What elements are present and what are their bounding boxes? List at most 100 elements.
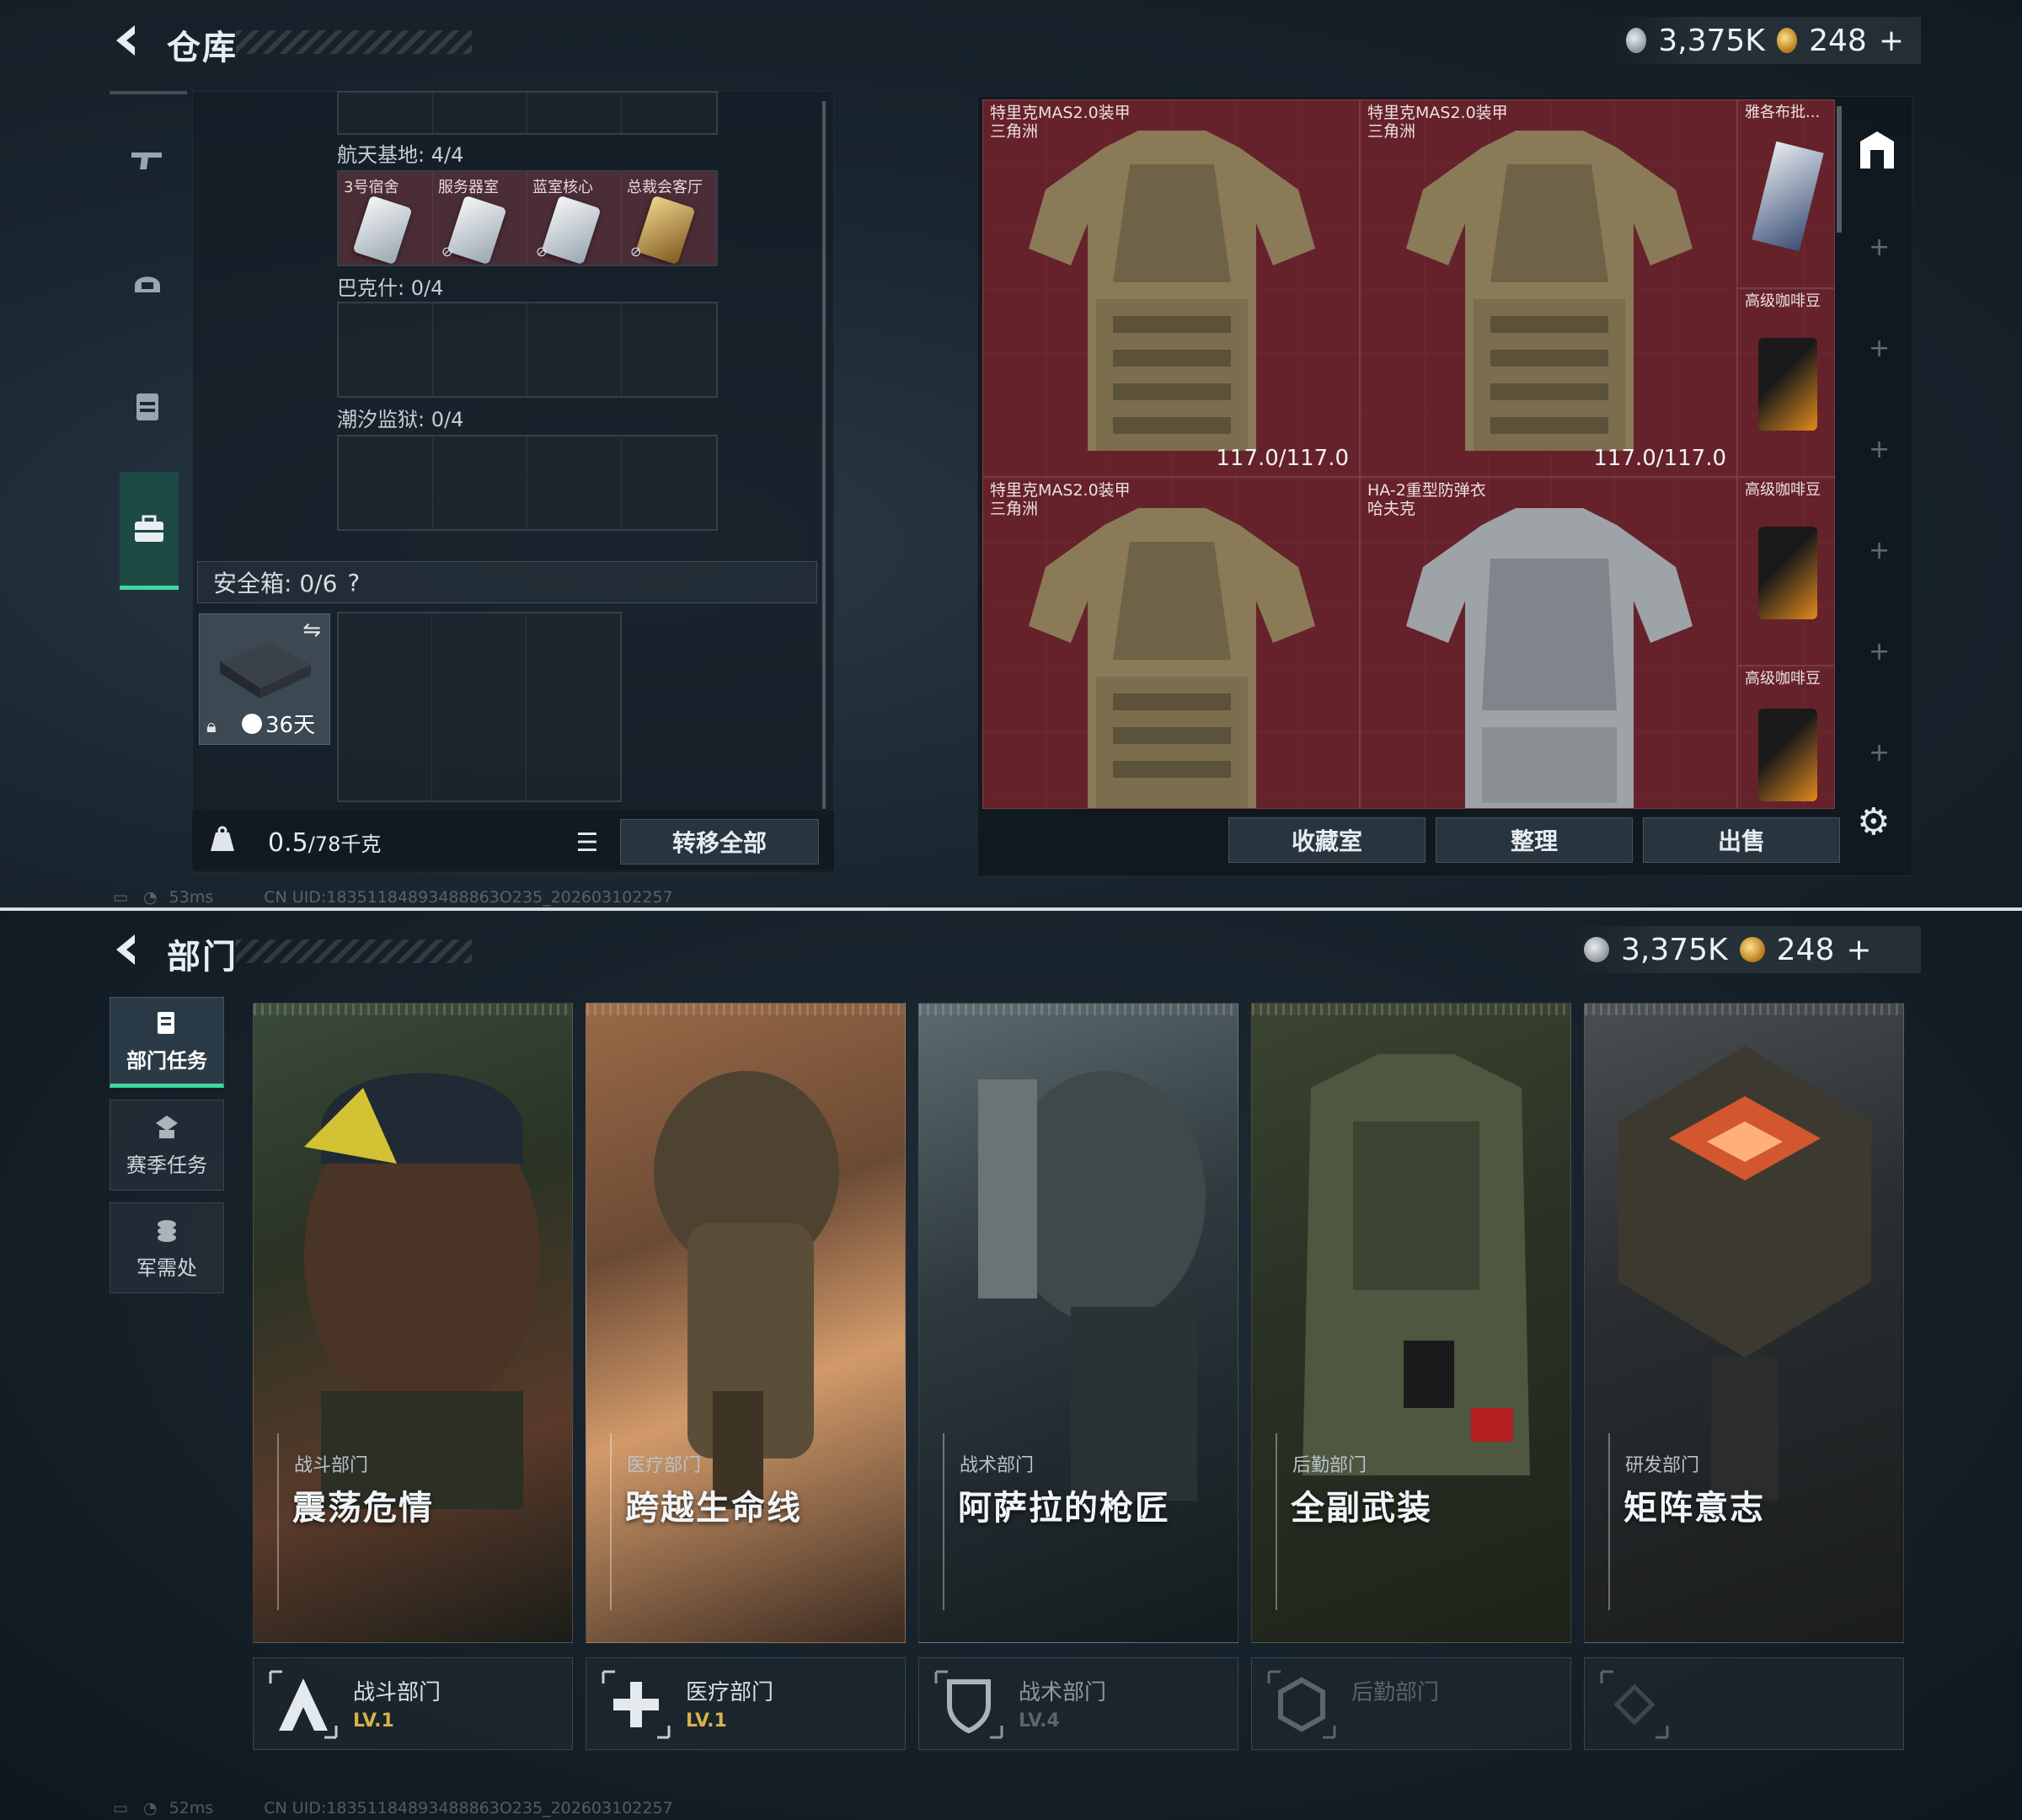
- help-icon[interactable]: ?: [347, 569, 360, 597]
- status-bar: ▭ ◔ 53ms CN UID:18351184893488863O235_20…: [113, 888, 673, 907]
- tab-gear[interactable]: [110, 347, 185, 465]
- document-icon: [1752, 141, 1824, 252]
- tab-department-tasks[interactable]: 部门任务: [110, 997, 224, 1088]
- keycard-slot[interactable]: 总裁会客厅 ⊘: [622, 172, 716, 265]
- list-view-icon[interactable]: ☰: [564, 826, 610, 859]
- add-currency-button[interactable]: +: [1879, 24, 1904, 58]
- stash-item-coffee[interactable]: 高级咖啡豆: [1737, 477, 1835, 666]
- dept-card-combat[interactable]: 战斗部门 震荡危情: [253, 1003, 573, 1643]
- dept-category: 研发部门: [1625, 1455, 1700, 1476]
- combat-dept-icon: [269, 1670, 338, 1739]
- add-currency-button[interactable]: +: [1846, 933, 1871, 967]
- empty-slot[interactable]: [339, 436, 433, 529]
- silver-coin-icon: [1626, 28, 1647, 53]
- tab-label: 部门任务: [126, 1048, 207, 1073]
- season-icon: [156, 1115, 178, 1138]
- safe-box-slot[interactable]: ⇋ 🔒︎ 36天: [199, 613, 330, 745]
- stash-item-coffee[interactable]: 高级咖啡豆: [1737, 288, 1835, 477]
- keycard-icon: [541, 195, 602, 265]
- dept-mission-name: 全副武装: [1291, 1489, 1432, 1528]
- weight-max: /78千克: [308, 832, 382, 856]
- card-accent-line: [1608, 1433, 1610, 1610]
- dept-footer-research[interactable]: [1584, 1657, 1904, 1750]
- dept-mission-name: 矩阵意志: [1623, 1489, 1765, 1528]
- add-stash-page-icon[interactable]: +: [1869, 637, 1890, 666]
- swap-icon[interactable]: ⇋: [302, 618, 321, 643]
- empty-slot[interactable]: [339, 613, 433, 800]
- keycard-name: 服务器室: [438, 179, 499, 196]
- dept-card-medical[interactable]: 医疗部门 跨越生命线: [586, 1003, 906, 1643]
- battery-icon: ▭: [113, 1799, 128, 1817]
- add-stash-page-icon[interactable]: +: [1869, 536, 1890, 565]
- sell-button[interactable]: 出售: [1643, 817, 1840, 863]
- tab-label: 军需处: [136, 1255, 197, 1280]
- stash-scrollbar[interactable]: [1837, 106, 1842, 233]
- stash-item-heavy-armor[interactable]: HA-2重型防弹衣 哈夫克: [1360, 477, 1737, 809]
- dept-card-tactical[interactable]: 战术部门 阿萨拉的枪匠: [918, 1003, 1238, 1643]
- currency-bar: 3,375K 248 +: [1609, 17, 1921, 64]
- empty-slot[interactable]: [622, 436, 716, 529]
- dept-name: 战斗部门: [353, 1680, 441, 1705]
- keycard-slot[interactable]: 3号宿舍: [339, 172, 433, 265]
- empty-slot[interactable]: [339, 303, 433, 396]
- gun-icon: [131, 153, 162, 169]
- item-durability: 117.0/117.0: [1593, 446, 1726, 471]
- back-arrow-icon[interactable]: [110, 931, 147, 968]
- stash-item-armor[interactable]: 特里克MAS2.0装甲 三角洲: [982, 477, 1360, 809]
- add-stash-page-icon[interactable]: +: [1869, 738, 1890, 768]
- settings-gear-icon[interactable]: ⚙: [1857, 800, 1890, 843]
- safe-box-label: 安全箱: 0/6: [213, 570, 338, 597]
- back-arrow-icon[interactable]: [110, 22, 147, 59]
- dept-footer-combat[interactable]: 战斗部门 LV.1: [253, 1657, 573, 1750]
- armor-vest-icon: [1406, 131, 1693, 451]
- tab-quartermaster[interactable]: 军需处: [110, 1202, 224, 1293]
- dept-footer-tactical[interactable]: 战术部门 LV.4: [918, 1657, 1238, 1750]
- add-stash-page-icon[interactable]: +: [1869, 334, 1890, 363]
- stash-grid: 特里克MAS2.0装甲 三角洲 117.0/117.0 特里克MAS2.0装甲 三角…: [982, 99, 1835, 809]
- keycard-icon: [635, 195, 696, 265]
- sort-button[interactable]: 整理: [1436, 817, 1633, 863]
- stash-item-armor[interactable]: 特里克MAS2.0装甲 三角洲 117.0/117.0: [1360, 99, 1737, 477]
- research-icon: [1600, 1670, 1669, 1739]
- keycard-grid-bakhsh: [337, 302, 718, 398]
- empty-slot[interactable]: [527, 303, 622, 396]
- add-stash-page-icon[interactable]: +: [1869, 435, 1890, 464]
- transfer-all-button[interactable]: 转移全部: [620, 819, 819, 864]
- stash-item-armor[interactable]: 特里克MAS2.0装甲 三角洲 117.0/117.0: [982, 99, 1360, 477]
- tactical-shield-icon: [934, 1670, 1003, 1739]
- section-label-tidal-prison: 潮汐监狱: 0/4: [337, 408, 464, 431]
- tab-container[interactable]: [120, 472, 179, 590]
- tab-label: 赛季任务: [126, 1153, 207, 1177]
- keycard-slot[interactable]: 蓝室核心 ⊘: [527, 172, 622, 265]
- tab-armor[interactable]: [110, 224, 185, 342]
- tab-weapons[interactable]: [110, 101, 185, 219]
- empty-slot[interactable]: [527, 613, 620, 800]
- panel-scrollbar[interactable]: [822, 101, 826, 809]
- keycard-slot[interactable]: 服务器室 ⊘: [433, 172, 527, 265]
- empty-slot[interactable]: [433, 436, 527, 529]
- section-label-aerospace: 航天基地: 4/4: [337, 143, 464, 167]
- empty-slot[interactable]: [622, 303, 716, 396]
- dept-category: 战斗部门: [294, 1455, 369, 1476]
- item-name: 高级咖啡豆: [1745, 670, 1821, 688]
- stash-item-coffee[interactable]: 高级咖啡豆: [1737, 666, 1835, 809]
- empty-slot[interactable]: [433, 303, 527, 396]
- dept-card-research[interactable]: 研发部门 矩阵意志: [1584, 1003, 1904, 1643]
- collection-room-button[interactable]: 收藏室: [1228, 817, 1426, 863]
- keycard-grid-aerospace: 3号宿舍 服务器室 ⊘ 蓝室核心 ⊘ 总裁会客厅 ⊘: [337, 170, 718, 266]
- item-durability: 117.0/117.0: [1216, 446, 1349, 471]
- stash-page-icon[interactable]: [1855, 128, 1899, 172]
- helmet-icon: [135, 276, 160, 292]
- add-stash-page-icon[interactable]: +: [1869, 233, 1890, 262]
- tab-season-tasks[interactable]: 赛季任务: [110, 1100, 224, 1191]
- empty-slot[interactable]: [432, 613, 527, 800]
- coffee-bag-icon: [1758, 527, 1817, 619]
- dept-footer-medical[interactable]: 医疗部门 LV.1: [586, 1657, 906, 1750]
- gold-coin-icon: [1776, 28, 1798, 53]
- dept-card-logistics[interactable]: 后勤部门 全副武装: [1251, 1003, 1571, 1643]
- stash-item-document[interactable]: 雅各布批...: [1737, 99, 1835, 288]
- empty-slot[interactable]: [527, 436, 622, 529]
- wifi-icon: ◔: [143, 1799, 158, 1817]
- dept-footer-logistics[interactable]: 后勤部门: [1251, 1657, 1571, 1750]
- task-list-icon: [158, 1011, 174, 1034]
